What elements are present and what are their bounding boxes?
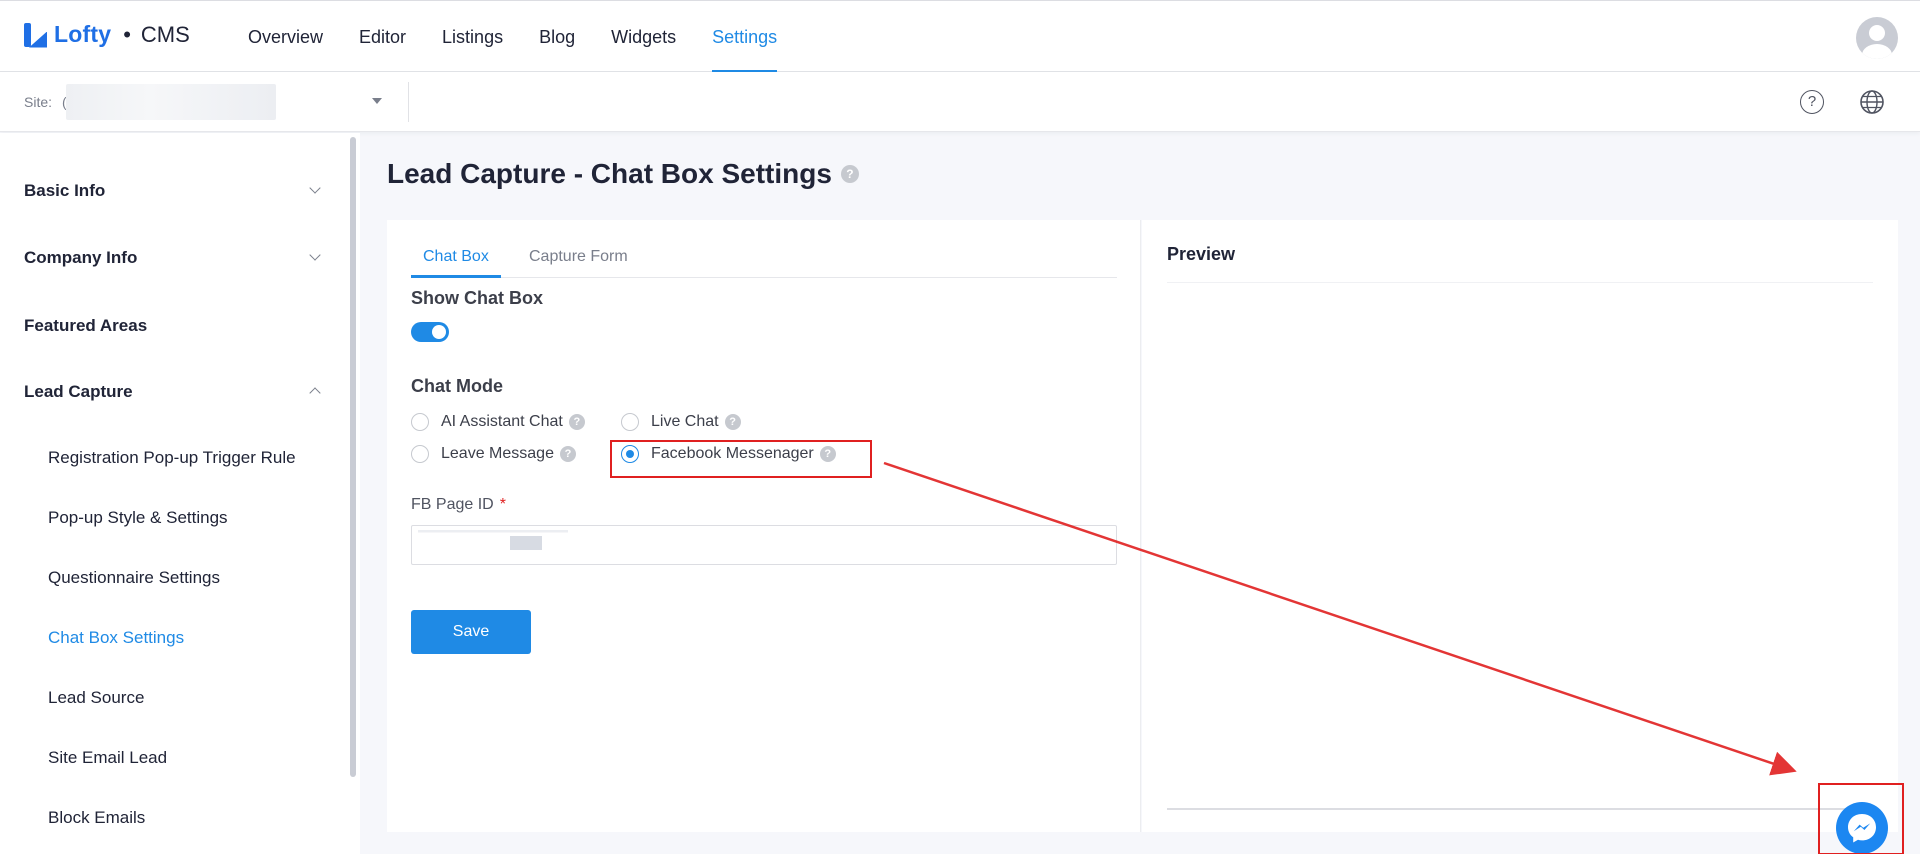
radio-circle-icon[interactable] [411, 445, 429, 463]
chevron-down-icon[interactable] [309, 182, 321, 194]
annotation-highlight-box [610, 440, 872, 478]
sidebar-item-basic-info[interactable]: Basic Info [24, 181, 105, 201]
help-circle-icon[interactable]: ? [724, 414, 741, 430]
sidebar-scrollbar[interactable] [350, 137, 356, 777]
logo-separator: • [123, 21, 131, 47]
sidebar-item-lead-capture[interactable]: Lead Capture [24, 382, 133, 402]
settings-sidebar: Basic Info Company Info Featured Areas L… [0, 133, 360, 854]
required-mark: * [499, 496, 506, 513]
help-circle-icon[interactable]: ? [559, 446, 576, 462]
nav-settings[interactable]: Settings [694, 1, 795, 73]
radio-label: Live Chat [651, 413, 719, 430]
nav-listings[interactable]: Listings [424, 1, 521, 73]
product-name: CMS [140, 21, 190, 47]
chat-mode-label: Chat Mode [411, 376, 503, 396]
sidebar-subitem-chat-box-settings[interactable]: Chat Box Settings [48, 628, 184, 648]
caret-down-icon[interactable] [372, 98, 382, 104]
nav-editor[interactable]: Editor [341, 1, 424, 73]
help-circle-icon[interactable]: ? [840, 165, 859, 183]
chat-box-settings-card: Chat Box Capture Form Show Chat Box Chat… [387, 220, 1141, 832]
annotation-highlight-box [1818, 783, 1904, 854]
show-chat-box-label: Show Chat Box [411, 288, 544, 308]
site-label: Site: [24, 94, 53, 110]
radio-circle-icon[interactable] [411, 413, 429, 431]
site-selector-bar: Site: ( ? [0, 72, 1920, 132]
help-circle-icon[interactable]: ? [568, 414, 585, 430]
tab-chat-box[interactable]: Chat Box [411, 246, 501, 278]
sidebar-subitem-registration-popup-trigger-rule[interactable]: Registration Pop-up Trigger Rule [48, 448, 296, 468]
logo-text: Lofty [54, 21, 112, 47]
globe-icon[interactable] [1859, 89, 1885, 115]
sidebar-subitem-block-emails[interactable]: Block Emails [48, 808, 145, 828]
lofty-logo-icon [22, 22, 48, 48]
page-title-text: Lead Capture - Chat Box Settings [387, 158, 832, 189]
fb-page-id-input[interactable] [411, 525, 1117, 565]
sidebar-item-company-info[interactable]: Company Info [24, 248, 137, 268]
preview-card: Preview [1142, 220, 1904, 854]
user-avatar[interactable] [1856, 17, 1898, 59]
sidebar-subitem-lead-source[interactable]: Lead Source [48, 688, 144, 708]
sidebar-subitem-site-email-lead[interactable]: Site Email Lead [48, 748, 167, 768]
save-button[interactable]: Save [411, 610, 531, 654]
tab-capture-form[interactable]: Capture Form [529, 246, 628, 278]
preview-title: Preview [1167, 244, 1236, 264]
preview-area [1167, 282, 1904, 854]
settings-tabs: Chat Box Capture Form [411, 246, 1117, 278]
radio-leave-message[interactable]: Leave Message ? [411, 445, 576, 463]
redacted-value [418, 530, 568, 562]
radio-label: AI Assistant Chat [441, 413, 563, 430]
page-title: Lead Capture - Chat Box Settings ? [387, 158, 859, 190]
divider [408, 82, 409, 122]
chevron-up-icon[interactable] [309, 387, 321, 399]
nav-blog[interactable]: Blog [521, 1, 593, 73]
radio-live-chat[interactable]: Live Chat ? [621, 413, 741, 431]
main-nav: Overview Editor Listings Blog Widgets Se… [230, 1, 795, 73]
sidebar-item-featured-areas[interactable]: Featured Areas [24, 316, 147, 336]
nav-widgets[interactable]: Widgets [593, 1, 694, 73]
sidebar-subitem-popup-style-settings[interactable]: Pop-up Style & Settings [48, 508, 228, 528]
radio-circle-icon[interactable] [621, 413, 639, 431]
radio-ai-assistant-chat[interactable]: AI Assistant Chat ? [411, 413, 585, 431]
brand-logo[interactable]: Lofty • CMS [22, 21, 190, 48]
fb-page-id-label-text: FB Page ID [411, 496, 494, 513]
top-navigation-bar: Lofty • CMS Overview Editor Listings Blo… [0, 0, 1920, 73]
sidebar-subitem-questionnaire-settings[interactable]: Questionnaire Settings [48, 568, 220, 588]
chevron-down-icon[interactable] [309, 249, 321, 261]
radio-label: Leave Message [441, 445, 554, 462]
nav-overview[interactable]: Overview [230, 1, 341, 73]
fb-page-id-label: FB Page ID * [411, 496, 506, 514]
show-chat-box-toggle[interactable] [411, 322, 449, 342]
help-icon[interactable]: ? [1800, 90, 1824, 114]
site-selector-dropdown[interactable] [66, 84, 276, 120]
